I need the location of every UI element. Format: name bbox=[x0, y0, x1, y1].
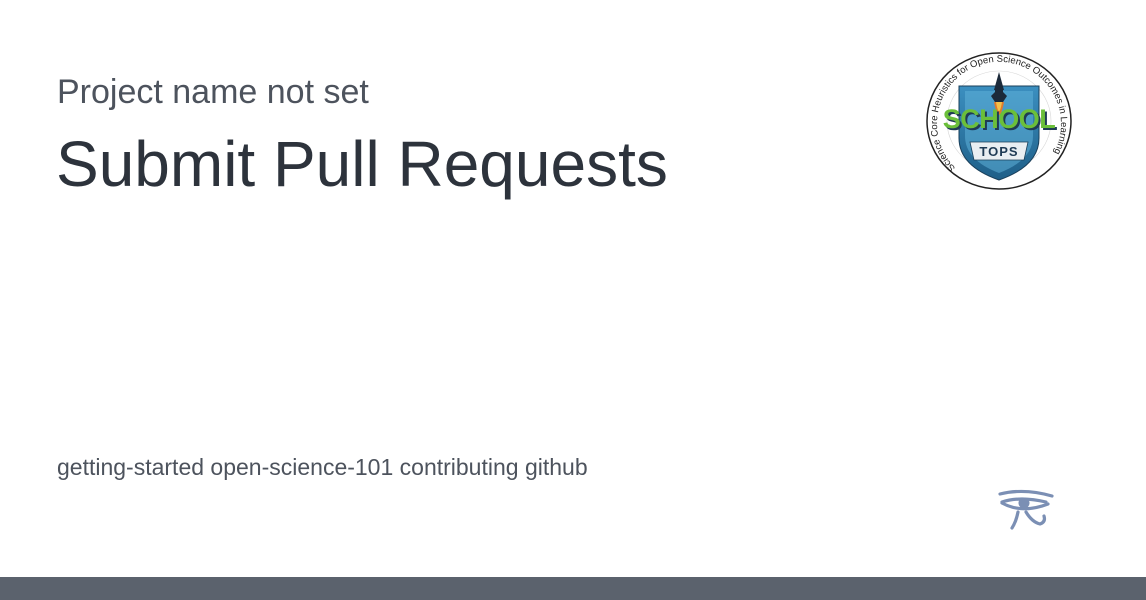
school-tops-badge-icon: Science Core Heuristics for Open Science… bbox=[926, 52, 1072, 190]
footer-bar bbox=[0, 577, 1146, 600]
svg-text:TOPS: TOPS bbox=[979, 144, 1018, 159]
tag-list: getting-started open-science-101 contrib… bbox=[57, 454, 588, 480]
project-name: Project name not set bbox=[57, 73, 369, 111]
page-title: Submit Pull Requests bbox=[56, 128, 668, 200]
svg-text:SCHOOL: SCHOOL bbox=[943, 104, 1056, 134]
eye-of-horus-icon bbox=[996, 488, 1056, 534]
school-tops-logo: Science Core Heuristics for Open Science… bbox=[924, 50, 1074, 192]
preview-card: Project name not set Submit Pull Request… bbox=[0, 0, 1146, 600]
